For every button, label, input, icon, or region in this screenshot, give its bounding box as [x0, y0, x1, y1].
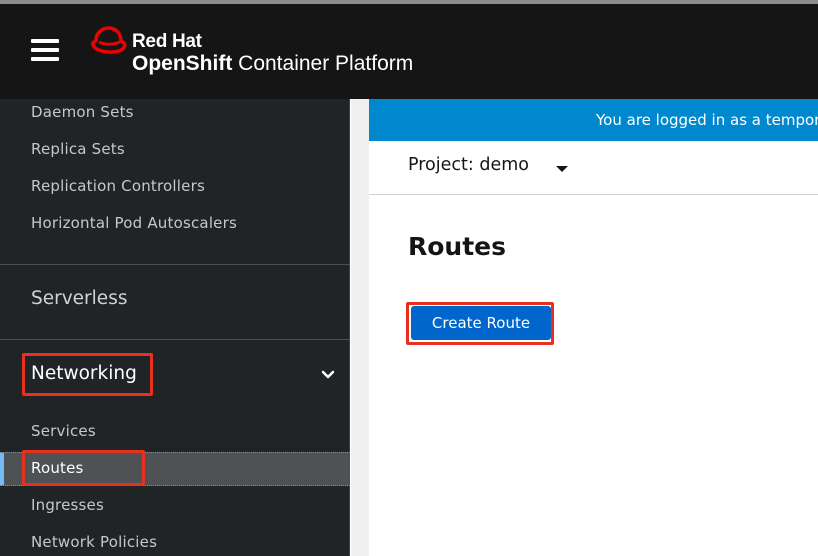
main-content: You are logged in as a temporary adminis… — [351, 99, 818, 556]
masthead: Red Hat OpenShift Container Platform — [0, 0, 818, 99]
sidebar-item-network-policies[interactable]: Network Policies — [31, 533, 157, 551]
page-panel: You are logged in as a temporary adminis… — [369, 99, 818, 556]
sidebar-item-horizontal-pod-autoscalers[interactable]: Horizontal Pod Autoscalers — [31, 214, 237, 232]
sidebar-item-ingresses[interactable]: Ingresses — [31, 496, 104, 514]
highlight-networking — [22, 353, 153, 396]
chevron-down-icon[interactable] — [320, 367, 336, 383]
sidebar-item-services[interactable]: Services — [31, 422, 96, 440]
highlight-routes — [22, 450, 145, 486]
caret-down-icon[interactable] — [556, 166, 568, 172]
sidebar-divider — [0, 264, 350, 265]
sidebar-item-daemon-sets[interactable]: Daemon Sets — [31, 103, 134, 121]
sidebar-nav: Daemon Sets Replica Sets Replication Con… — [0, 99, 350, 556]
brand-name: Red Hat — [132, 31, 202, 52]
sidebar-section-serverless[interactable]: Serverless — [31, 288, 127, 309]
project-bar: Project: demo — [369, 141, 818, 195]
page-title: Routes — [408, 232, 507, 261]
sidebar-item-replication-controllers[interactable]: Replication Controllers — [31, 177, 205, 195]
product-name-bold: OpenShift — [132, 52, 233, 75]
product-name: OpenShift Container Platform — [132, 52, 413, 76]
highlight-create-route — [406, 302, 554, 345]
sidebar-item-replica-sets[interactable]: Replica Sets — [31, 140, 125, 158]
sidebar-divider — [0, 339, 350, 340]
temporary-user-banner: You are logged in as a temporary adminis… — [369, 99, 818, 141]
project-selector[interactable]: Project: demo — [408, 155, 529, 175]
redhat-logo-icon[interactable] — [91, 26, 127, 56]
product-name-rest: Container Platform — [232, 52, 414, 75]
hamburger-menu-icon[interactable] — [31, 39, 59, 63]
